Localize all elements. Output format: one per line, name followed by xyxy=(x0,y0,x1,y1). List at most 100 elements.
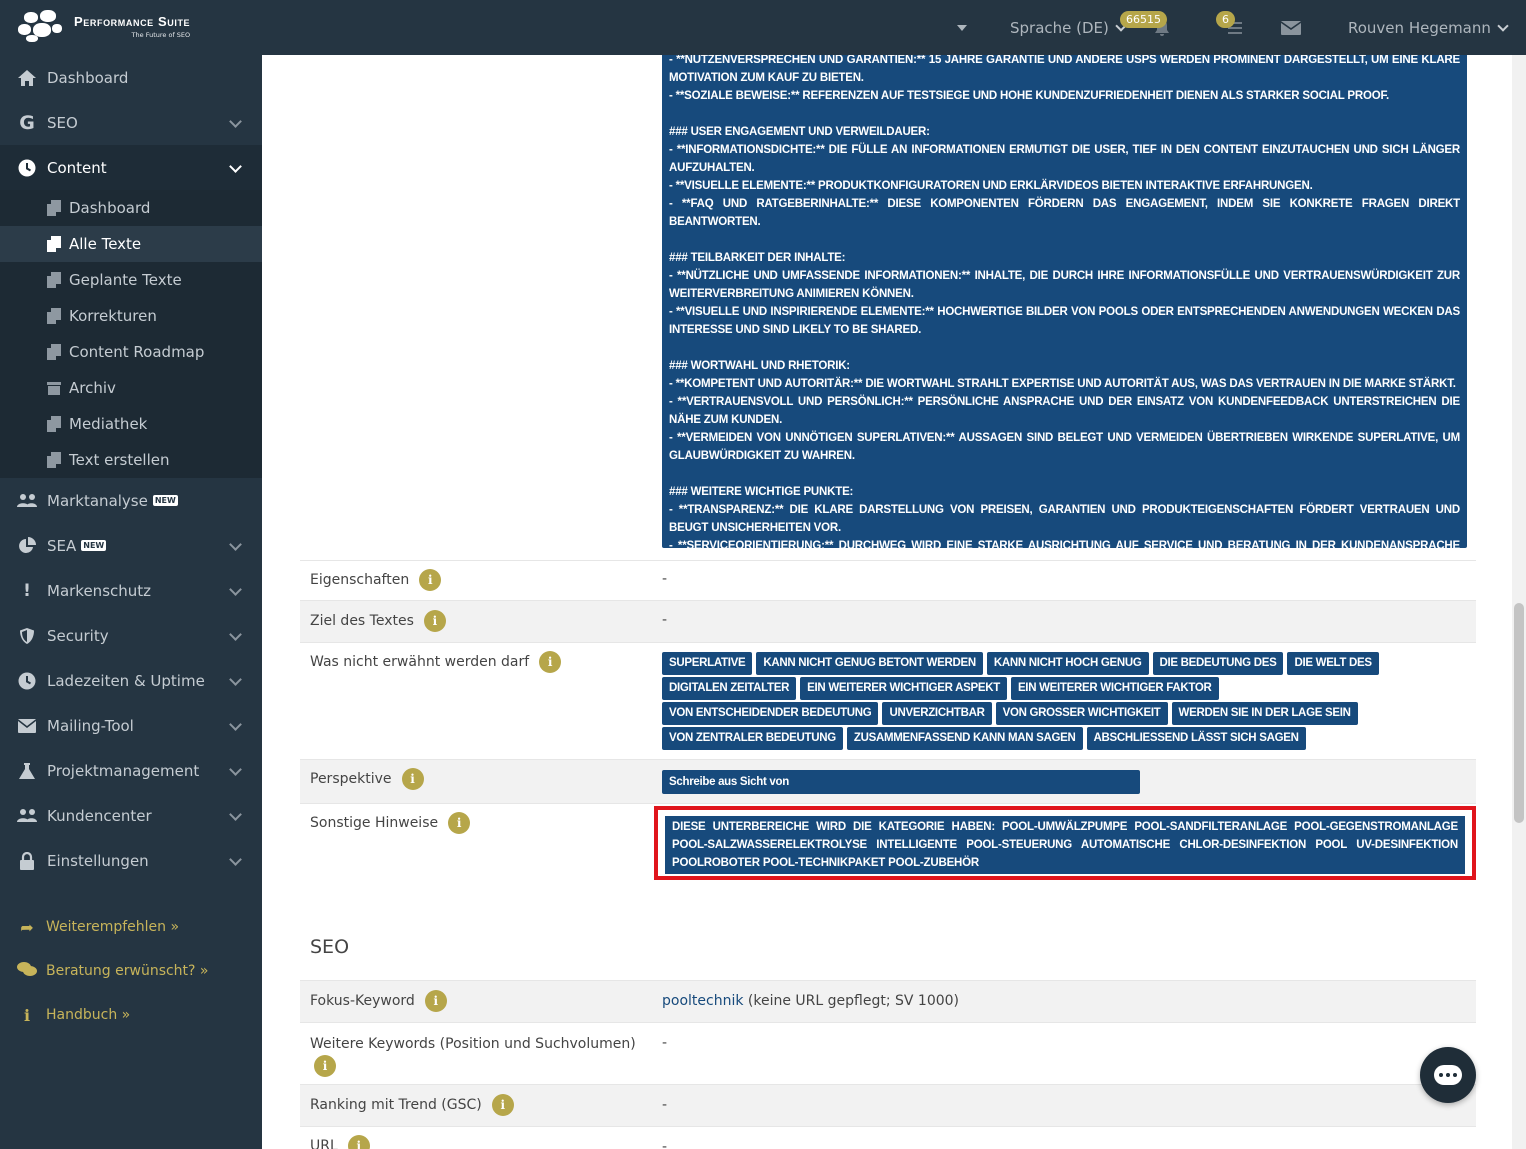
info-icon[interactable]: i xyxy=(448,812,471,834)
chevron-down-icon xyxy=(229,115,242,128)
row-label: Sonstige Hinweise xyxy=(310,815,439,831)
analysis-line xyxy=(669,339,1460,357)
info-icon[interactable]: i xyxy=(424,990,447,1012)
pie-chart-icon xyxy=(16,536,38,556)
submenu-item-text-erstellen[interactable]: Text erstellen xyxy=(0,442,262,478)
analysis-line xyxy=(669,465,1460,483)
sidebar-item-mailing-tool[interactable]: Mailing-Tool xyxy=(0,703,262,748)
info-icon[interactable]: i xyxy=(314,1055,336,1077)
language-select[interactable]: Sprache (DE) xyxy=(1010,0,1127,55)
focus-keyword-link[interactable]: pooltechnik xyxy=(662,993,743,1009)
submenu-item-geplante-texte[interactable]: Geplante Texte xyxy=(0,262,262,298)
info-icon[interactable]: i xyxy=(539,651,562,673)
submenu-item-alle-texte[interactable]: Alle Texte xyxy=(0,226,262,262)
info-icon[interactable]: i xyxy=(347,1135,370,1149)
sidebar-item-sea[interactable]: SEA NEW xyxy=(0,523,262,568)
shield-icon xyxy=(16,626,38,646)
envelope-icon[interactable] xyxy=(1280,0,1302,55)
forbidden-tag: die Bedeutung des xyxy=(1152,652,1284,675)
analysis-line: - **Visuelle Elemente:** Produktkonfigur… xyxy=(669,180,1313,192)
forbidden-tag: zusammenfassend kann man sagen xyxy=(846,727,1083,750)
analysis-line: - **Serviceorientierung:** Durchweg wird… xyxy=(669,540,1460,548)
forbidden-tag: die Welt des xyxy=(1287,652,1379,675)
chevron-down-icon xyxy=(229,160,242,173)
sidebar-item-kundencenter[interactable]: Kundencenter xyxy=(0,793,262,838)
brand-logo[interactable]: Performance Suite The Future of SEO xyxy=(18,10,190,42)
forbidden-tag: ein weiterer wichtiger Aspekt xyxy=(800,677,1007,700)
exclamation-icon: ! xyxy=(23,580,31,601)
sidebar-item-content[interactable]: Content xyxy=(0,145,262,190)
sidebar-item-label: Einstellungen xyxy=(47,851,149,870)
highlight-frame: Diese Unterbereiche wird die Kategorie h… xyxy=(654,806,1476,880)
analysis-line: ### Weitere wichtige Punkte: xyxy=(669,486,854,498)
row-label: Perspektive xyxy=(310,771,392,787)
user-menu[interactable]: Rouven Hegemann xyxy=(1348,0,1509,55)
flask-icon xyxy=(16,761,38,781)
table-row: Weitere Keywords (Position und Suchvolum… xyxy=(300,1022,1476,1084)
scrollbar-thumb[interactable] xyxy=(1514,603,1524,823)
page-scrollbar[interactable] xyxy=(1512,55,1526,1149)
submenu-item-archiv[interactable]: Archiv xyxy=(0,370,262,406)
table-row: Ziel des Textes i - xyxy=(300,600,1476,642)
forbidden-tag: kann nicht genug betont werden xyxy=(756,652,983,675)
documents-icon xyxy=(46,200,62,216)
analysis-line: - **Transparenz:** Die klare Darstellung… xyxy=(669,504,1460,534)
analysis-line xyxy=(669,231,1460,249)
submenu-item-content-roadmap[interactable]: Content Roadmap xyxy=(0,334,262,370)
main-content: - **Nutzenversprechen und Garantien:** 1… xyxy=(262,55,1512,1149)
row-value: - xyxy=(662,1097,668,1113)
forbidden-tag: unverzichtbar xyxy=(882,702,992,725)
table-row: Sonstige Hinweise i Diese Unterbereiche w… xyxy=(300,803,1476,883)
chevron-down-icon xyxy=(229,763,242,776)
analysis-line: ### Wortwahl und Rhetorik: xyxy=(669,360,850,372)
analysis-line: - **Informationsdichte:** Die Fülle an I… xyxy=(669,144,1460,174)
sidebar: Dashboard G SEO Content Dashboard Alle T… xyxy=(0,55,262,1149)
handbuch-link[interactable]: i Handbuch » xyxy=(0,993,262,1037)
dropdown-caret-icon[interactable] xyxy=(957,0,967,55)
sidebar-item-seo[interactable]: G SEO xyxy=(0,100,262,145)
sidebar-item-label: Marktanalyse xyxy=(47,491,148,510)
google-icon: G xyxy=(19,111,35,134)
analysis-line: - **Visuelle und inspirierende Elemente:… xyxy=(669,306,1460,336)
extra-link-label: Handbuch » xyxy=(46,1007,131,1023)
beratung-link[interactable]: Beratung erwünscht? » xyxy=(0,949,262,993)
table-row: URL i - xyxy=(300,1126,1476,1149)
comments-icon xyxy=(16,961,38,981)
sidebar-item-label: Markenschutz xyxy=(47,581,152,600)
chevron-down-icon xyxy=(1497,19,1509,32)
row-value: - xyxy=(662,1139,668,1149)
brand-name: Performance Suite xyxy=(74,13,191,29)
points-badge: 66515 xyxy=(1120,11,1167,28)
suite-logo-icon xyxy=(18,10,62,42)
sidebar-item-einstellungen[interactable]: Einstellungen xyxy=(0,838,262,883)
submenu-item-dashboard[interactable]: Dashboard xyxy=(0,190,262,226)
users-icon xyxy=(16,491,38,511)
submenu-item-label: Content Roadmap xyxy=(69,343,205,361)
info-icon[interactable]: i xyxy=(491,1094,514,1116)
sidebar-item-dashboard[interactable]: Dashboard xyxy=(0,55,262,100)
forbidden-tag: von entscheidender Bedeutung xyxy=(662,702,879,725)
row-label: Fokus-Keyword xyxy=(310,993,415,1009)
envelope-icon xyxy=(16,716,38,736)
sidebar-item-marktanalyse[interactable]: Marktanalyse NEW xyxy=(0,478,262,523)
sidebar-item-ladezeiten[interactable]: Ladezeiten & Uptime xyxy=(0,658,262,703)
lock-icon xyxy=(16,851,38,871)
forbidden-tag: abschließend lässt sich sagen xyxy=(1086,727,1306,750)
clock-icon xyxy=(16,158,38,178)
chat-button[interactable] xyxy=(1420,1047,1476,1103)
hints-value: Diese Unterbereiche wird die Kategorie h… xyxy=(665,816,1465,874)
forbidden-tag: Superlative xyxy=(662,652,753,675)
row-label: URL xyxy=(310,1138,338,1149)
sidebar-item-projektmanagement[interactable]: Projektmanagement xyxy=(0,748,262,793)
info-icon[interactable]: i xyxy=(401,768,424,790)
sidebar-item-security[interactable]: Security xyxy=(0,613,262,658)
sidebar-item-markenschutz[interactable]: ! Markenschutz xyxy=(0,568,262,613)
submenu-item-mediathek[interactable]: Mediathek xyxy=(0,406,262,442)
focus-keyword-meta: (keine URL gepflegt; SV 1000) xyxy=(747,993,960,1009)
table-row: Eigenschaften i - xyxy=(300,560,1476,600)
weiterempfehlen-link[interactable]: ➦ Weiterempfehlen » xyxy=(0,905,262,949)
info-icon[interactable]: i xyxy=(419,569,442,591)
submenu-item-korrekturen[interactable]: Korrekturen xyxy=(0,298,262,334)
documents-icon xyxy=(46,416,62,432)
info-icon[interactable]: i xyxy=(423,610,446,632)
